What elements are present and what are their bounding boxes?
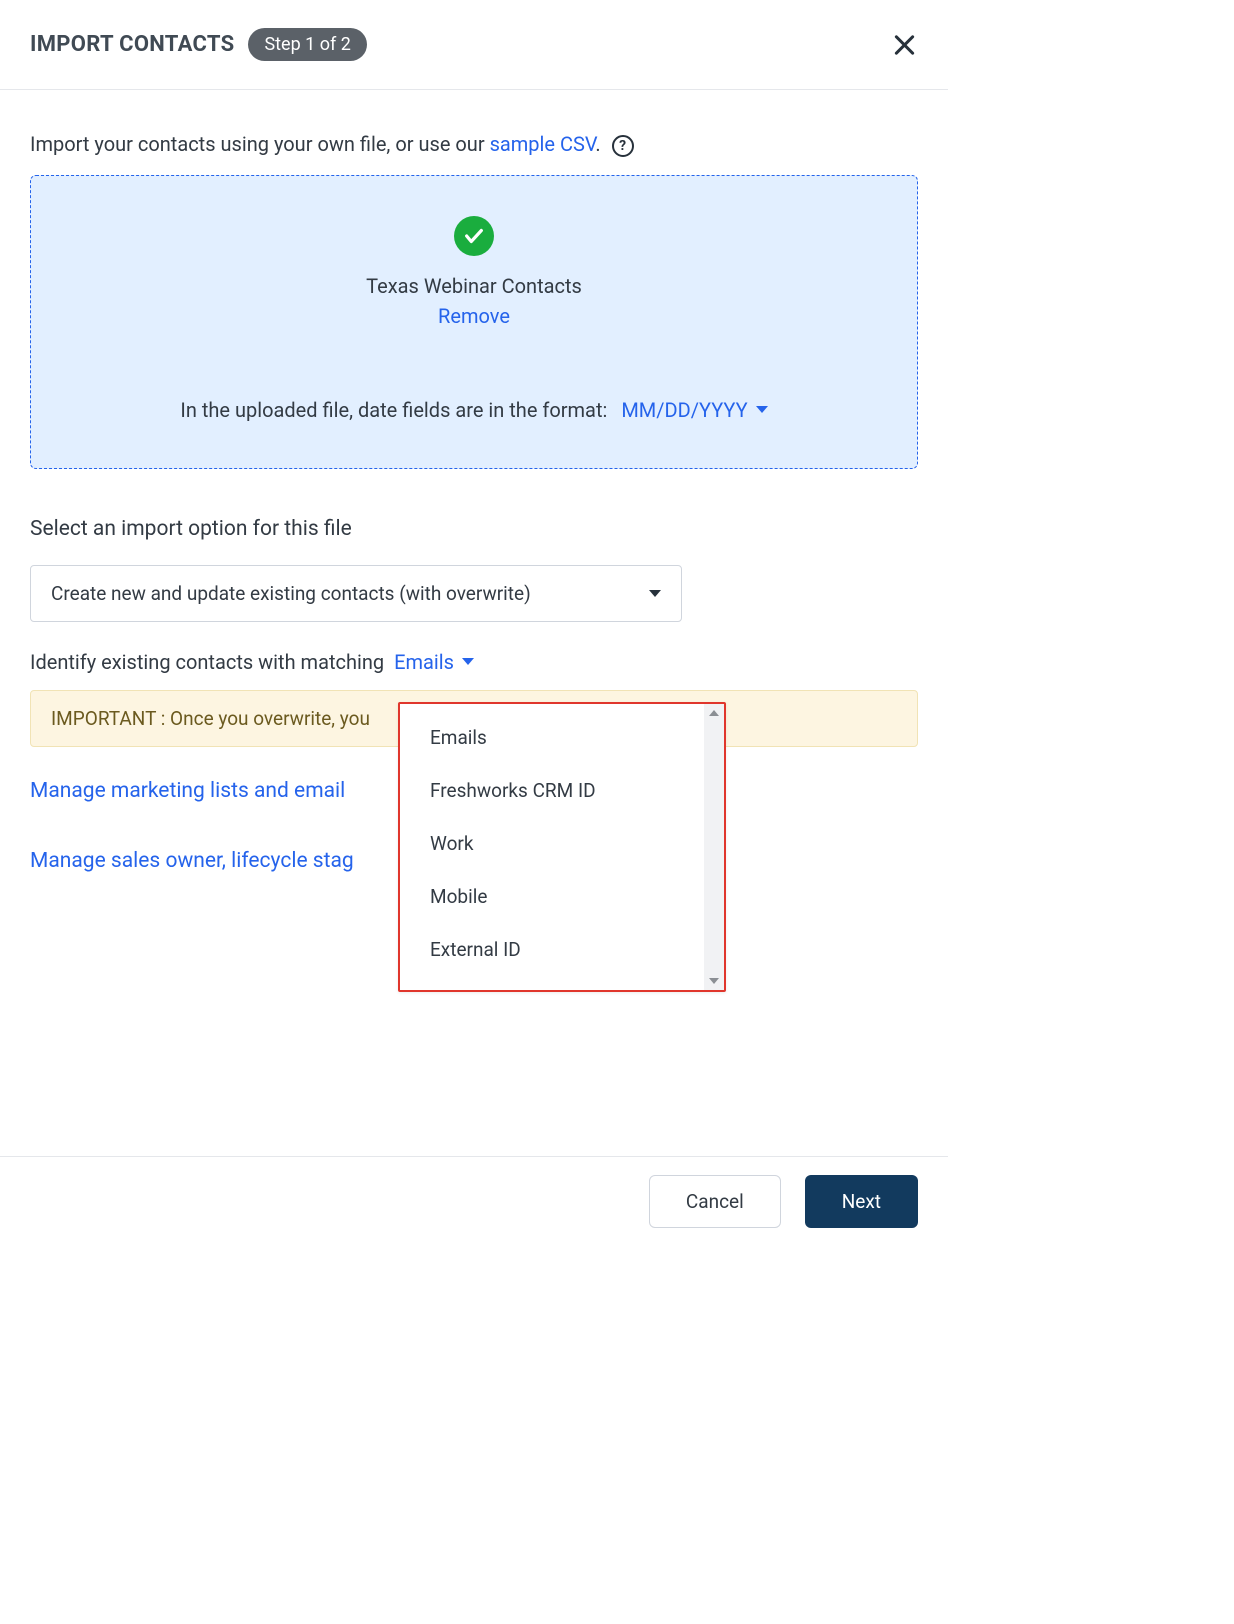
dropdown-option-mobile[interactable]: Mobile (430, 885, 704, 908)
intro-period: . (595, 132, 600, 156)
intro-text: Import your contacts using your own file… (30, 132, 918, 157)
sample-csv-link[interactable]: sample CSV (490, 132, 596, 156)
date-format-value: MM/DD/YYYY (621, 398, 747, 422)
chevron-down-icon (649, 590, 661, 597)
header-left: IMPORT CONTACTS Step 1 of 2 (30, 28, 367, 61)
import-option-select[interactable]: Create new and update existing contacts … (30, 565, 682, 622)
date-format-dropdown[interactable]: MM/DD/YYYY (621, 398, 767, 422)
dropdown-option-work[interactable]: Work (430, 832, 704, 855)
scrollbar[interactable] (704, 704, 724, 990)
match-field-row: Identify existing contacts with matching… (30, 650, 918, 674)
scroll-up-icon (709, 710, 719, 716)
close-icon[interactable] (890, 31, 918, 59)
help-icon[interactable]: ? (612, 135, 634, 157)
uploaded-filename: Texas Webinar Contacts (51, 274, 897, 298)
chevron-down-icon (756, 406, 768, 413)
date-format-row: In the uploaded file, date fields are in… (51, 398, 897, 422)
match-field-dropdown[interactable]: Emails (394, 650, 474, 674)
scroll-down-icon (709, 978, 719, 984)
intro-prefix: Import your contacts using your own file… (30, 132, 490, 156)
chevron-down-icon (462, 658, 474, 665)
upload-dropzone: Texas Webinar Contacts Remove In the upl… (30, 175, 918, 469)
import-option-value: Create new and update existing contacts … (51, 582, 531, 605)
cancel-button[interactable]: Cancel (649, 1175, 781, 1228)
dropdown-option-emails[interactable]: Emails (430, 726, 704, 749)
import-contacts-modal: IMPORT CONTACTS Step 1 of 2 Import your … (0, 0, 948, 1248)
import-option-label: Select an import option for this file (30, 517, 918, 541)
remove-file-link[interactable]: Remove (51, 304, 897, 328)
match-label: Identify existing contacts with matching (30, 650, 384, 674)
modal-header: IMPORT CONTACTS Step 1 of 2 (0, 0, 948, 90)
date-format-label: In the uploaded file, date fields are in… (180, 398, 607, 422)
modal-footer: Cancel Next (0, 1156, 948, 1248)
next-button[interactable]: Next (805, 1175, 918, 1228)
dropdown-list: Emails Freshworks CRM ID Work Mobile Ext… (400, 704, 704, 990)
match-field-value: Emails (394, 650, 454, 674)
step-indicator: Step 1 of 2 (248, 28, 366, 61)
dropdown-option-crm-id[interactable]: Freshworks CRM ID (430, 779, 704, 802)
modal-title: IMPORT CONTACTS (30, 32, 234, 57)
dropdown-option-external-id[interactable]: External ID (430, 938, 704, 961)
match-field-dropdown-menu: Emails Freshworks CRM ID Work Mobile Ext… (398, 702, 726, 992)
success-check-icon (454, 216, 494, 256)
